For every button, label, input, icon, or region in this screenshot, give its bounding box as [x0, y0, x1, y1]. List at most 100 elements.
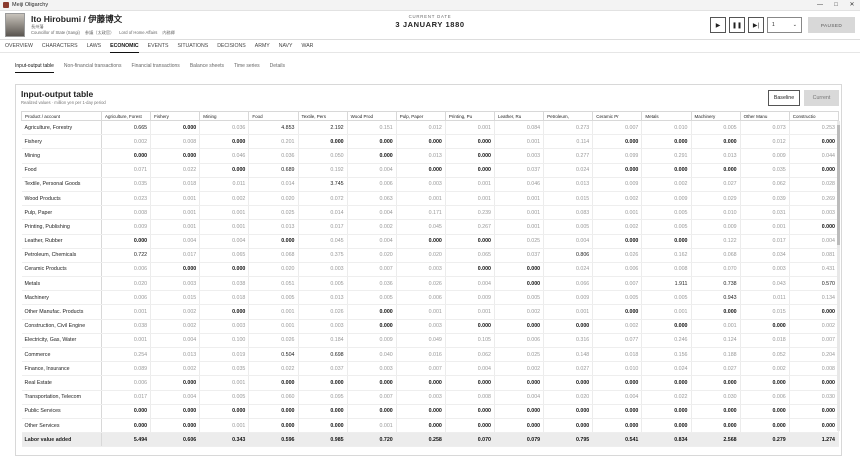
- io-table: Product / account Agriculture, Forest Fish…: [21, 111, 840, 448]
- subtab-financial[interactable]: Financial transactions: [131, 59, 179, 73]
- table-cell: 0.004: [199, 234, 250, 249]
- table-cell: 0.004: [347, 205, 397, 221]
- tab-war[interactable]: WAR: [301, 40, 313, 53]
- tab-overview[interactable]: OVERVIEW: [5, 40, 33, 53]
- column-header[interactable]: Petroleum,: [543, 111, 594, 121]
- baseline-button[interactable]: Baseline: [768, 90, 800, 106]
- subtab-time-series[interactable]: Time series: [234, 59, 260, 73]
- table-cell: 0.000: [691, 418, 741, 434]
- table-cell: 0.001: [494, 205, 545, 221]
- table-cell: 5.494: [101, 432, 152, 448]
- table-cell: 0.081: [789, 248, 840, 263]
- column-header[interactable]: Food: [248, 111, 299, 121]
- table-cell: 0.267: [445, 219, 496, 235]
- table-header-row: Product / account Agriculture, Forest Fish…: [21, 111, 840, 121]
- tab-navy[interactable]: NAVY: [279, 40, 293, 53]
- column-header[interactable]: Metals: [641, 111, 692, 121]
- tab-characters[interactable]: CHARACTERS: [42, 40, 78, 53]
- table-cell: 0.001: [248, 319, 299, 334]
- table-cell: 0.001: [150, 205, 201, 221]
- table-cell: 0.002: [592, 191, 643, 207]
- column-header[interactable]: Textile, Pers: [297, 111, 348, 121]
- minimize-icon[interactable]: —: [812, 0, 828, 10]
- table-cell: 0.720: [347, 432, 397, 448]
- character-portrait[interactable]: [5, 13, 25, 37]
- table-cell: 0.005: [641, 205, 692, 221]
- table-cell: 0.006: [396, 290, 446, 306]
- speed-select[interactable]: 1 ⌄: [767, 17, 802, 33]
- row-label: Real Estate: [21, 375, 102, 391]
- table-cell: 0.018: [740, 333, 790, 349]
- table-cell: 0.010: [592, 361, 643, 377]
- column-header[interactable]: Fishery: [150, 111, 201, 121]
- table-cell: 0.000: [592, 404, 643, 419]
- table-cell: 0.000: [494, 262, 545, 278]
- column-header[interactable]: Agriculture, Forest: [100, 111, 152, 121]
- table-cell: 0.162: [641, 248, 692, 263]
- table-cell: 0.000: [543, 319, 594, 334]
- table-scrollbar[interactable]: [837, 121, 840, 431]
- column-header[interactable]: Wood Prod: [346, 111, 397, 121]
- table-cell: 0.037: [494, 163, 545, 178]
- subtab-input-output[interactable]: Input-output table: [15, 59, 54, 73]
- column-header[interactable]: Machinery: [690, 111, 741, 121]
- table-cell: 0.000: [641, 418, 692, 434]
- step-button[interactable]: ▶|: [748, 17, 764, 33]
- tab-situations[interactable]: SITUATIONS: [177, 40, 208, 53]
- table-cell: 0.134: [789, 290, 840, 306]
- pause-button[interactable]: ❚❚: [729, 17, 745, 33]
- table-cell: 0.036: [248, 148, 299, 164]
- table-cell: 0.000: [347, 375, 397, 391]
- play-icon: ▶: [715, 22, 721, 29]
- column-header[interactable]: Mining: [199, 111, 250, 121]
- table-cell: 3.745: [298, 177, 348, 192]
- table-cell: 0.188: [691, 347, 741, 363]
- table-cell: 0.000: [445, 319, 496, 334]
- column-header[interactable]: Leather, Ru: [493, 111, 545, 121]
- subtab-details[interactable]: Details: [270, 59, 285, 73]
- table-cell: 0.002: [494, 361, 545, 377]
- table-cell: 0.034: [740, 248, 790, 263]
- table-row: Textile, Personal Goods 0.035 0.018 0.011 0.…: [21, 177, 840, 192]
- column-header[interactable]: Ceramic Pr: [592, 111, 643, 121]
- table-cell: 0.070: [445, 432, 496, 448]
- table-cell: 0.004: [347, 163, 397, 178]
- scrollbar-thumb[interactable]: [837, 125, 840, 245]
- table-cell: 0.006: [740, 390, 790, 405]
- table-cell: 0.000: [199, 304, 250, 320]
- tab-laws[interactable]: LAWS: [87, 40, 102, 53]
- table-cell: 0.000: [445, 375, 496, 391]
- table-cell: 0.030: [789, 390, 840, 405]
- table-cell: 0.009: [101, 219, 152, 235]
- column-header[interactable]: Printing, Pu: [444, 111, 496, 121]
- table-cell: 0.023: [101, 191, 152, 207]
- table-cell: 0.037: [494, 248, 545, 263]
- table-cell: 0.013: [691, 148, 741, 164]
- table-cell: 0.000: [740, 319, 790, 334]
- table-cell: 0.002: [592, 319, 643, 334]
- column-header[interactable]: Other Manu: [739, 111, 790, 121]
- row-label: Wood Products: [21, 191, 102, 207]
- play-button[interactable]: ▶: [710, 17, 726, 33]
- table-cell: 0.011: [199, 177, 250, 192]
- table-cell: 0.000: [740, 418, 790, 434]
- tab-decisions[interactable]: DECISIONS: [217, 40, 246, 53]
- tab-army[interactable]: ARMY: [255, 40, 270, 53]
- tab-events[interactable]: EVENTS: [148, 40, 169, 53]
- column-header[interactable]: Pulp, Paper: [395, 111, 446, 121]
- table-cell: 0.063: [347, 191, 397, 207]
- table-cell: 0.000: [101, 148, 152, 164]
- current-button[interactable]: Current: [804, 90, 839, 106]
- subtab-non-financial[interactable]: Non-financial transactions: [64, 59, 122, 73]
- subtab-balance-sheets[interactable]: Balance sheets: [190, 59, 224, 73]
- table-cell: 0.009: [592, 177, 643, 192]
- table-cell: 0.027: [543, 361, 594, 377]
- column-header-product[interactable]: Product / account: [21, 111, 102, 121]
- maximize-icon[interactable]: □: [828, 0, 844, 10]
- column-header[interactable]: Constructio: [788, 111, 840, 121]
- table-body: Agriculture, Forestry 0.665 0.000 0.036 4.85…: [21, 120, 840, 448]
- close-icon[interactable]: ✕: [844, 0, 860, 10]
- paused-badge[interactable]: PAUSED: [808, 17, 855, 33]
- tab-economic[interactable]: ECONOMIC: [110, 40, 139, 53]
- table-cell: 4.853: [248, 120, 299, 136]
